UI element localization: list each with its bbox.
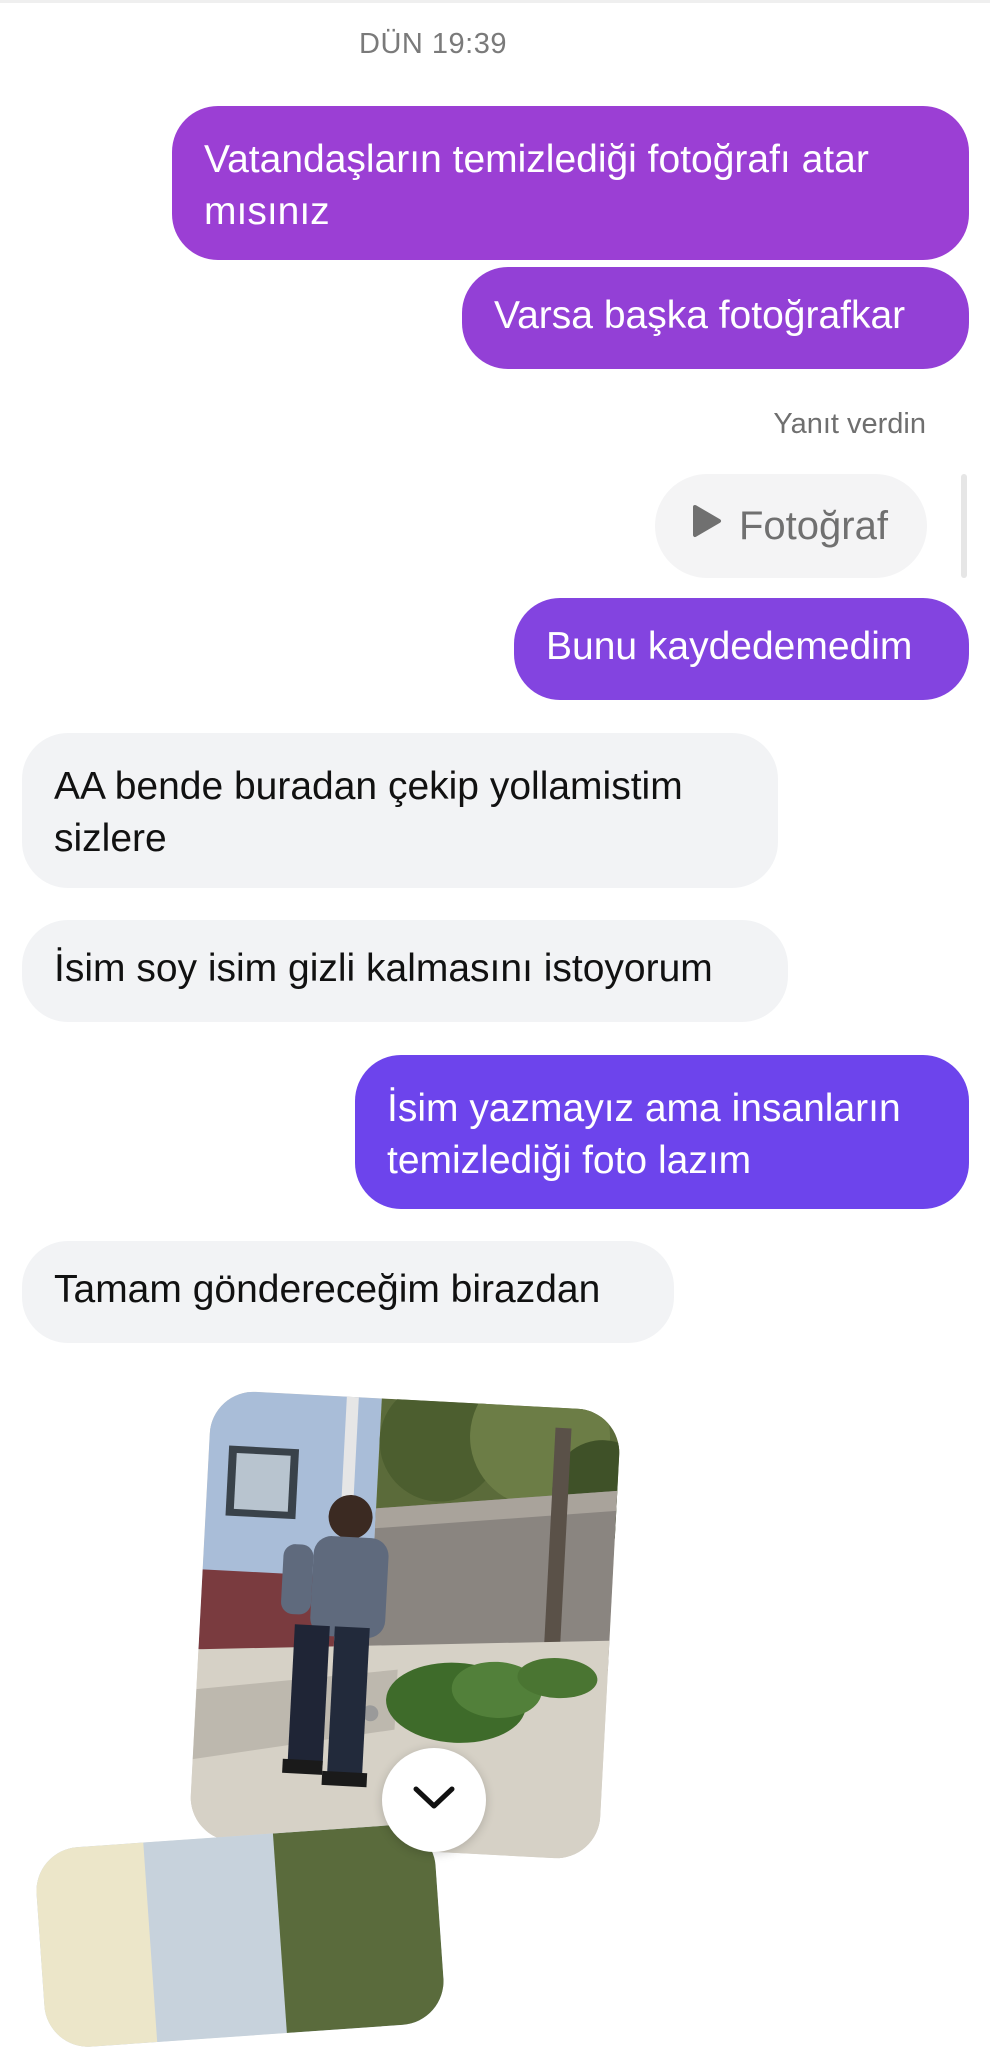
message-bubble-outgoing[interactable]: Vatandaşların temizlediği fotoğrafı atar…: [172, 106, 969, 260]
chevron-down-icon: [412, 1784, 456, 1817]
shared-photo[interactable]: [33, 1822, 447, 2050]
scroll-down-button[interactable]: [382, 1748, 486, 1852]
replied-photo-chip[interactable]: Fotoğraf: [655, 474, 927, 578]
message-bubble-incoming[interactable]: Tamam göndereceğim birazdan: [22, 1241, 674, 1343]
reply-indicator-bar: [961, 474, 967, 578]
message-bubble-outgoing[interactable]: Bunu kaydedemedim: [514, 598, 969, 700]
message-bubble-outgoing[interactable]: Varsa başka fotoğrafkar: [462, 267, 969, 369]
message-bubble-incoming[interactable]: AA bende buradan çekip yollamistim sizle…: [22, 733, 778, 888]
message-bubble-incoming[interactable]: İsim soy isim gizli kalmasını istoyorum: [22, 920, 788, 1022]
message-bubble-outgoing[interactable]: İsim yazmayız ama insanların temizlediği…: [355, 1055, 969, 1209]
reply-label: Yanıt verdin: [773, 408, 926, 440]
reply-chip-label: Fotoğraf: [739, 503, 888, 548]
top-divider: [0, 0, 990, 3]
message-timestamp: DÜN 19:39: [359, 28, 507, 60]
play-icon: [687, 503, 723, 549]
